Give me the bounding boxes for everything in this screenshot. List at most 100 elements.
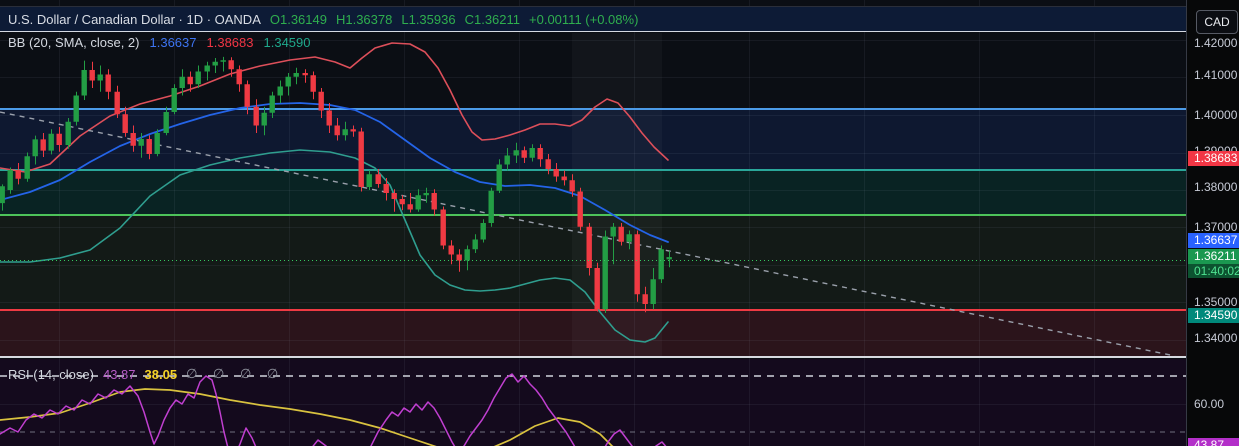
bb-lower-value: 1.34590 [263, 35, 311, 50]
candle-down [236, 69, 242, 85]
axis-price-label: 1.40000 [1194, 108, 1238, 122]
candle-up [65, 121, 71, 145]
bb-indicator-legend[interactable]: BB (20, SMA, close, 2) 1.36637 1.38683 1… [8, 35, 311, 50]
axis-price-label: 1.34000 [1194, 331, 1238, 345]
candle-down [586, 226, 592, 268]
ohlc-close: C1.36211 [464, 11, 521, 27]
candle-up [666, 257, 672, 260]
candle-down [594, 268, 600, 310]
candle-up [472, 239, 478, 250]
candle-up [602, 236, 608, 310]
candle-up [650, 279, 656, 304]
axis-price-label: 1.42000 [1194, 36, 1238, 50]
candle-up [24, 156, 30, 179]
candle-down [187, 76, 193, 85]
candle-up [285, 76, 291, 87]
bb-upper-value: 1.38683 [206, 35, 254, 50]
price-axis[interactable]: 1.420001.410001.400001.390001.380001.370… [1186, 0, 1239, 446]
bb-indicator-name[interactable]: BB (20, SMA, close, 2) [8, 35, 140, 50]
candle-up [171, 88, 177, 112]
candle-down [634, 234, 640, 295]
candle-down [326, 110, 332, 126]
axis-price-label: 1.37000 [1194, 220, 1238, 234]
candle-up [293, 73, 299, 77]
candle-down [431, 193, 437, 210]
rsi-ma-value: 38.05 [144, 366, 178, 382]
candle-down [642, 294, 648, 304]
candle-down [545, 159, 551, 169]
candle-down [561, 176, 567, 181]
candle-down [105, 74, 111, 92]
candle-up [415, 195, 421, 210]
candle-up [480, 223, 486, 240]
candle-down [15, 170, 21, 179]
bb-upper-badge: 1.38683 [1188, 151, 1239, 166]
currency-toggle-button[interactable]: CAD [1196, 10, 1238, 34]
candle-down [253, 106, 259, 126]
symbol-title[interactable]: U.S. Dollar / Canadian Dollar · 1D · OAN… [8, 12, 261, 27]
candle-up [423, 193, 429, 196]
candle-down [440, 209, 446, 246]
candle-up [195, 71, 201, 85]
ohlc-change: +0.00111 (+0.08%) [529, 11, 639, 27]
symbol-legend-row[interactable]: U.S. Dollar / Canadian Dollar · 1D · OAN… [0, 6, 1186, 32]
rsi-value-badge: 43.87 [1188, 438, 1239, 446]
rsi-indicator-name[interactable]: RSI (14, close) [8, 367, 94, 382]
candle-down [407, 204, 413, 210]
candle-up [488, 190, 494, 223]
candle-up [496, 164, 502, 191]
candle-down [553, 169, 559, 177]
trading-chart-window: U.S. Dollar / Canadian Dollar · 1D · OAN… [0, 0, 1239, 446]
candle-down [334, 125, 340, 136]
axis-price-label: 60.00 [1194, 397, 1225, 411]
candle-up [48, 133, 54, 151]
candle-down [114, 91, 120, 115]
rsi-indicator-legend[interactable]: RSI (14, close) 43.87 38.05 ∅ ∅ ∅ ∅ [8, 366, 284, 382]
candle-up [464, 249, 470, 261]
ohlc-high: H1.36378 [335, 11, 393, 27]
candle-down [618, 226, 624, 242]
candle-up [504, 155, 510, 165]
candle-down [318, 91, 324, 111]
candle-down [358, 131, 364, 187]
candle-up [138, 139, 144, 146]
candle-down [569, 180, 575, 192]
candle-down [310, 75, 316, 92]
ohlc-open: O1.36149 [269, 11, 327, 27]
candle-down [521, 150, 527, 158]
candle-down [577, 191, 583, 227]
candle-down [375, 174, 381, 184]
candle-down [40, 139, 46, 151]
candle-up [366, 174, 372, 187]
bb-lower-badge: 1.34590 [1188, 308, 1239, 323]
candle-up [220, 60, 226, 62]
bb-basis-badge: 1.36637 [1188, 233, 1239, 248]
ohlc-low: L1.35936 [401, 11, 456, 27]
candle-down [244, 84, 250, 107]
candle-up [154, 133, 160, 154]
candle-up [32, 139, 38, 157]
candle-up [204, 65, 210, 72]
highlight-column [572, 33, 662, 356]
candle-down [399, 199, 405, 205]
candle-up [277, 86, 283, 96]
candle-up [212, 61, 218, 66]
candle-up [610, 226, 616, 237]
rsi-disabled-plots: ∅ ∅ ∅ ∅ [186, 366, 285, 381]
candle-down [456, 254, 462, 261]
candle-down [228, 60, 234, 70]
candle-down [350, 129, 356, 132]
candle-down [383, 184, 389, 193]
candle-up [626, 234, 632, 242]
candle-down [146, 139, 152, 154]
axis-price-label: 1.35000 [1194, 295, 1238, 309]
bb-basis-value: 1.36637 [149, 35, 197, 50]
candle-up [179, 76, 185, 88]
candle-down [537, 148, 543, 160]
candle-down [448, 245, 454, 255]
candle-up [97, 74, 103, 81]
axis-price-label: 1.38000 [1194, 180, 1238, 194]
candle-down [391, 193, 397, 199]
candle-up [342, 129, 348, 136]
last-price-badge: 1.36211 [1188, 249, 1239, 264]
